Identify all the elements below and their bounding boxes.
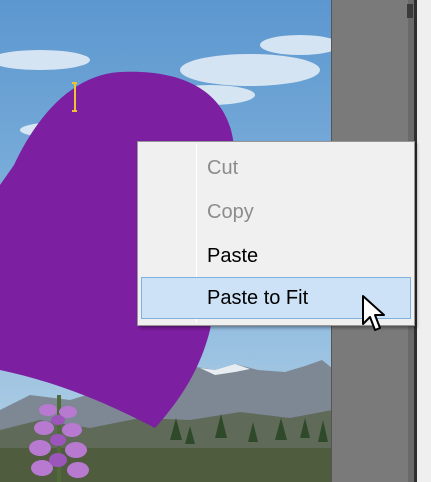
menu-item-cut[interactable]: Cut bbox=[141, 147, 411, 189]
menu-item-label: Cut bbox=[207, 157, 239, 179]
menu-item-paste[interactable]: Paste bbox=[141, 235, 411, 277]
menu-item-label: Paste bbox=[207, 245, 259, 267]
panel-handle[interactable] bbox=[407, 4, 413, 18]
menu-item-label: Paste to Fit bbox=[207, 287, 309, 309]
menu-item-copy[interactable]: Copy bbox=[141, 191, 411, 233]
text-insertion-cursor-icon bbox=[72, 82, 77, 112]
menu-item-label: Copy bbox=[207, 201, 254, 223]
mouse-pointer-icon bbox=[362, 295, 385, 331]
right-panel bbox=[417, 0, 431, 482]
